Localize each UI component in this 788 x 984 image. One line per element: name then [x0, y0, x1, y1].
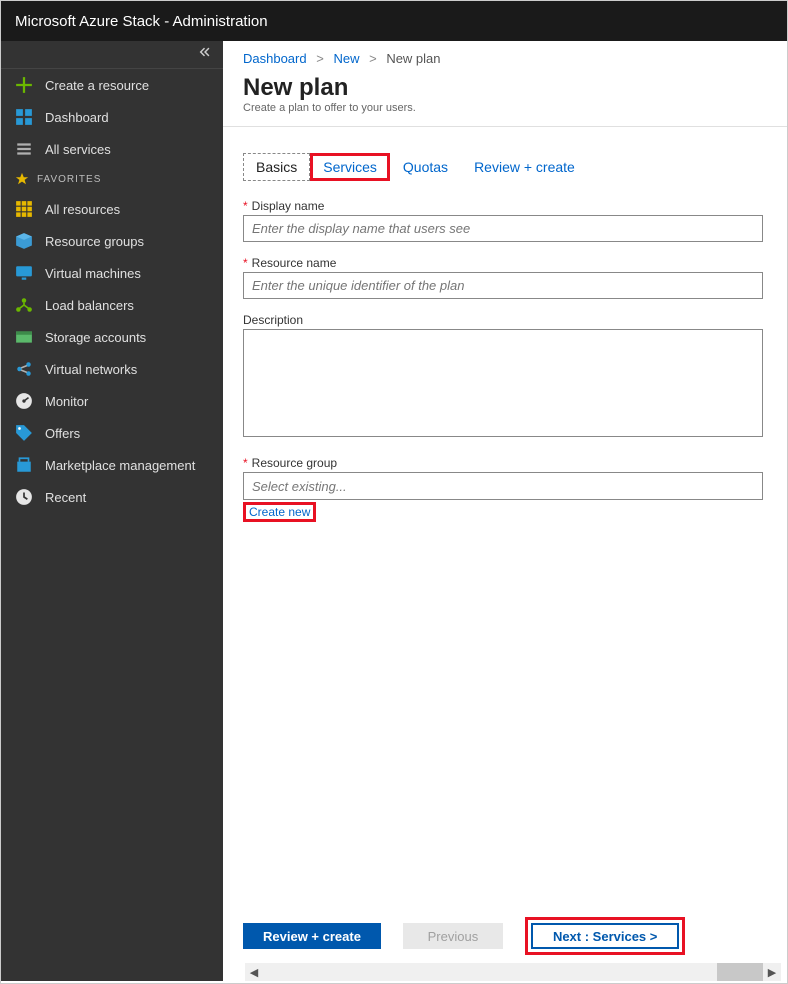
tab-services[interactable]: Services — [310, 153, 390, 181]
description-label: Description — [243, 313, 303, 327]
sidebar-create-resource[interactable]: Create a resource — [1, 69, 223, 101]
sidebar-item-label: Storage accounts — [45, 330, 146, 345]
sidebar-item-virtual-networks[interactable]: Virtual networks — [1, 353, 223, 385]
sidebar-item-all-resources[interactable]: All resources — [1, 193, 223, 225]
network-icon — [15, 360, 33, 378]
next-button-highlight: Next : Services > — [525, 917, 685, 955]
tab-basics[interactable]: Basics — [243, 153, 310, 181]
sidebar-item-label: Resource groups — [45, 234, 144, 249]
sidebar-item-label: Monitor — [45, 394, 88, 409]
chevron-right-icon: > — [369, 51, 377, 66]
content-pane: Dashboard > New > New plan New plan Crea… — [223, 41, 787, 981]
topbar: Microsoft Azure Stack - Administration — [1, 1, 787, 41]
breadcrumb-current: New plan — [386, 51, 440, 66]
sidebar-all-services[interactable]: All services — [1, 133, 223, 165]
monitor-icon — [15, 264, 33, 282]
chevron-right-icon: > — [316, 51, 324, 66]
scroll-thumb[interactable] — [717, 963, 763, 981]
list-icon — [15, 140, 33, 158]
sidebar-dashboard-label: Dashboard — [45, 110, 109, 125]
dashboard-icon — [15, 108, 33, 126]
resource-group-placeholder: Select existing... — [252, 479, 347, 494]
resource-group-label: Resource group — [252, 456, 337, 470]
sidebar-item-label: Load balancers — [45, 298, 134, 313]
tab-quotas[interactable]: Quotas — [390, 153, 461, 181]
sidebar-item-label: Offers — [45, 426, 80, 441]
marketplace-icon — [15, 456, 33, 474]
sidebar-item-label: Virtual networks — [45, 362, 137, 377]
display-name-label: Display name — [252, 199, 325, 213]
favorites-header: FAVORITES — [1, 165, 223, 193]
next-services-button[interactable]: Next : Services > — [531, 923, 679, 949]
breadcrumb-link-new[interactable]: New — [333, 51, 359, 66]
sidebar-item-resource-groups[interactable]: Resource groups — [1, 225, 223, 257]
scroll-right-icon[interactable]: ▶ — [763, 963, 781, 981]
description-input[interactable] — [243, 329, 763, 437]
grid-icon — [15, 200, 33, 218]
sidebar-item-label: Virtual machines — [45, 266, 141, 281]
scroll-track[interactable] — [263, 963, 763, 981]
sidebar-item-label: All resources — [45, 202, 120, 217]
sidebar-create-label: Create a resource — [45, 78, 149, 93]
review-create-button[interactable]: Review + create — [243, 923, 381, 949]
resource-group-select[interactable]: Select existing... — [243, 472, 763, 500]
previous-button[interactable]: Previous — [403, 923, 503, 949]
field-resource-name: *Resource name — [243, 256, 787, 299]
star-icon — [15, 172, 29, 186]
breadcrumb-link-dashboard[interactable]: Dashboard — [243, 51, 307, 66]
page-title: New plan — [223, 72, 787, 102]
field-display-name: *Display name — [243, 199, 787, 242]
sidebar-item-monitor[interactable]: Monitor — [1, 385, 223, 417]
breadcrumb: Dashboard > New > New plan — [223, 41, 787, 72]
create-new-link[interactable]: Create new — [243, 502, 316, 522]
storage-icon — [15, 328, 33, 346]
tab-review-create[interactable]: Review + create — [461, 153, 588, 181]
sidebar-item-recent[interactable]: Recent — [1, 481, 223, 513]
display-name-input[interactable] — [243, 215, 763, 242]
gauge-icon — [15, 392, 33, 410]
sidebar-item-storage-accounts[interactable]: Storage accounts — [1, 321, 223, 353]
sidebar-item-label: Marketplace management — [45, 458, 195, 473]
clock-icon — [15, 488, 33, 506]
sidebar-all-services-label: All services — [45, 142, 111, 157]
sidebar-item-virtual-machines[interactable]: Virtual machines — [1, 257, 223, 289]
sidebar-item-label: Recent — [45, 490, 86, 505]
tag-icon — [15, 424, 33, 442]
plus-icon — [15, 76, 33, 94]
tabs: Basics Services Quotas Review + create — [243, 153, 787, 181]
sidebar: Create a resource Dashboard All services… — [1, 41, 223, 981]
resource-name-input[interactable] — [243, 272, 763, 299]
resource-name-label: Resource name — [252, 256, 337, 270]
app-title: Microsoft Azure Stack - Administration — [15, 13, 268, 30]
sidebar-item-offers[interactable]: Offers — [1, 417, 223, 449]
chevron-double-left-icon — [197, 45, 211, 64]
sidebar-item-load-balancers[interactable]: Load balancers — [1, 289, 223, 321]
page-subtitle: Create a plan to offer to your users. — [223, 102, 787, 127]
field-resource-group: *Resource group Select existing... Creat… — [243, 456, 787, 522]
favorites-label: FAVORITES — [37, 174, 101, 185]
scroll-left-icon[interactable]: ◀ — [245, 963, 263, 981]
field-description: Description — [243, 313, 787, 442]
load-balancer-icon — [15, 296, 33, 314]
cube-icon — [15, 232, 33, 250]
sidebar-collapse-button[interactable] — [1, 41, 223, 69]
footer-actions: Review + create Previous Next : Services… — [243, 917, 787, 955]
sidebar-item-marketplace[interactable]: Marketplace management — [1, 449, 223, 481]
horizontal-scrollbar[interactable]: ◀ ▶ — [245, 963, 781, 981]
sidebar-dashboard[interactable]: Dashboard — [1, 101, 223, 133]
